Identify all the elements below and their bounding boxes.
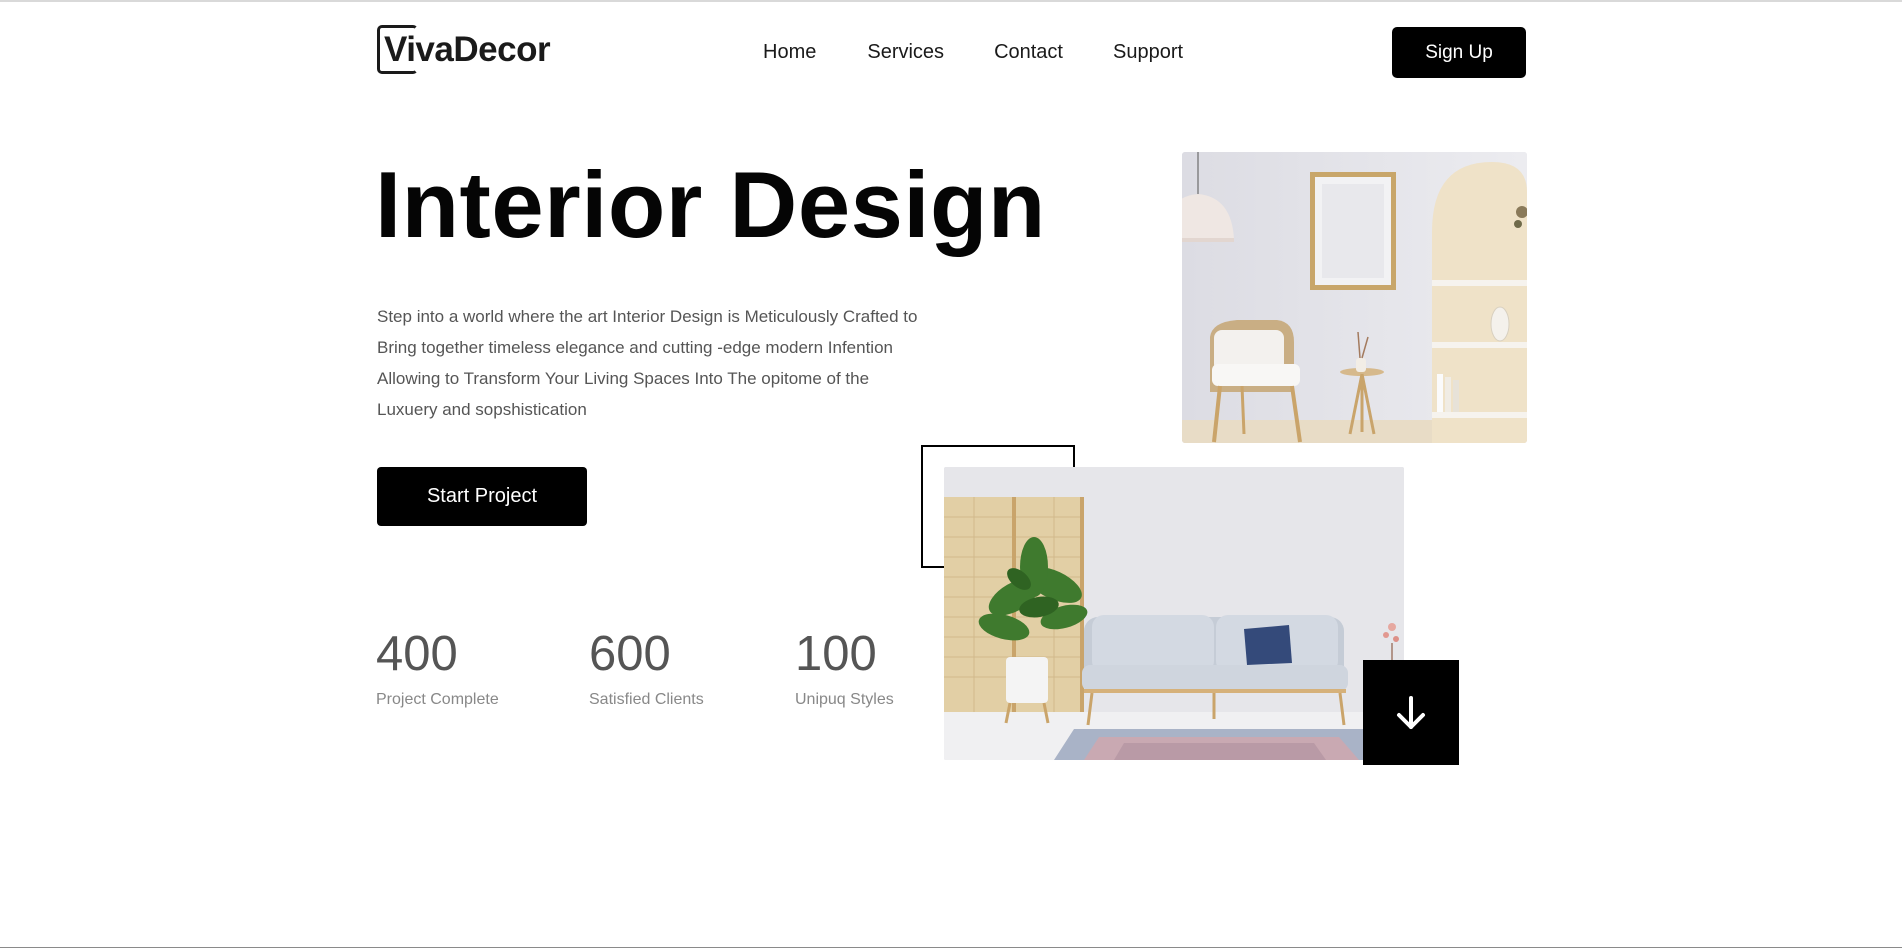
sofa-room-illustration xyxy=(944,467,1404,760)
stat-styles: 100 Unipuq Styles xyxy=(795,625,894,709)
top-border xyxy=(0,0,1902,2)
description-line: Bring together timeless elegance and cut… xyxy=(377,338,893,357)
living-room-image-top xyxy=(1182,152,1527,443)
stat-label: Unipuq Styles xyxy=(795,691,894,708)
armchair-room-illustration xyxy=(1182,152,1527,443)
hero-description: Step into a world where the art Interior… xyxy=(377,301,967,425)
logo[interactable]: VivaDecor xyxy=(377,25,551,75)
living-room-image-bottom xyxy=(944,467,1404,760)
stat-clients: 600 Satisfied Clients xyxy=(589,625,704,709)
stat-value: 100 xyxy=(795,627,877,681)
nav-home[interactable]: Home xyxy=(763,38,816,66)
nav-contact[interactable]: Contact xyxy=(994,38,1063,66)
description-line: Luxuery and sopshistication xyxy=(377,400,587,419)
stat-projects: 400 Project Complete xyxy=(376,625,499,709)
start-project-button[interactable]: Start Project xyxy=(377,467,587,526)
sign-up-button[interactable]: Sign Up xyxy=(1392,27,1526,78)
description-line: Step into a world where the art Interior… xyxy=(377,307,918,326)
nav-services[interactable]: Services xyxy=(867,38,944,66)
stat-label: Project Complete xyxy=(376,691,499,708)
arrow-down-icon xyxy=(1397,695,1425,729)
scroll-down-button[interactable] xyxy=(1363,660,1459,765)
stat-value: 600 xyxy=(589,627,671,681)
hero-title: Interior Design xyxy=(375,152,1046,257)
nav-support[interactable]: Support xyxy=(1113,38,1183,66)
stat-value: 400 xyxy=(376,627,458,681)
main-nav: Home Services Contact Support xyxy=(763,38,1183,66)
stat-label: Satisfied Clients xyxy=(589,691,704,708)
description-line: Allowing to Transform Your Living Spaces… xyxy=(377,369,870,388)
logo-text: VivaDecor xyxy=(384,30,551,69)
